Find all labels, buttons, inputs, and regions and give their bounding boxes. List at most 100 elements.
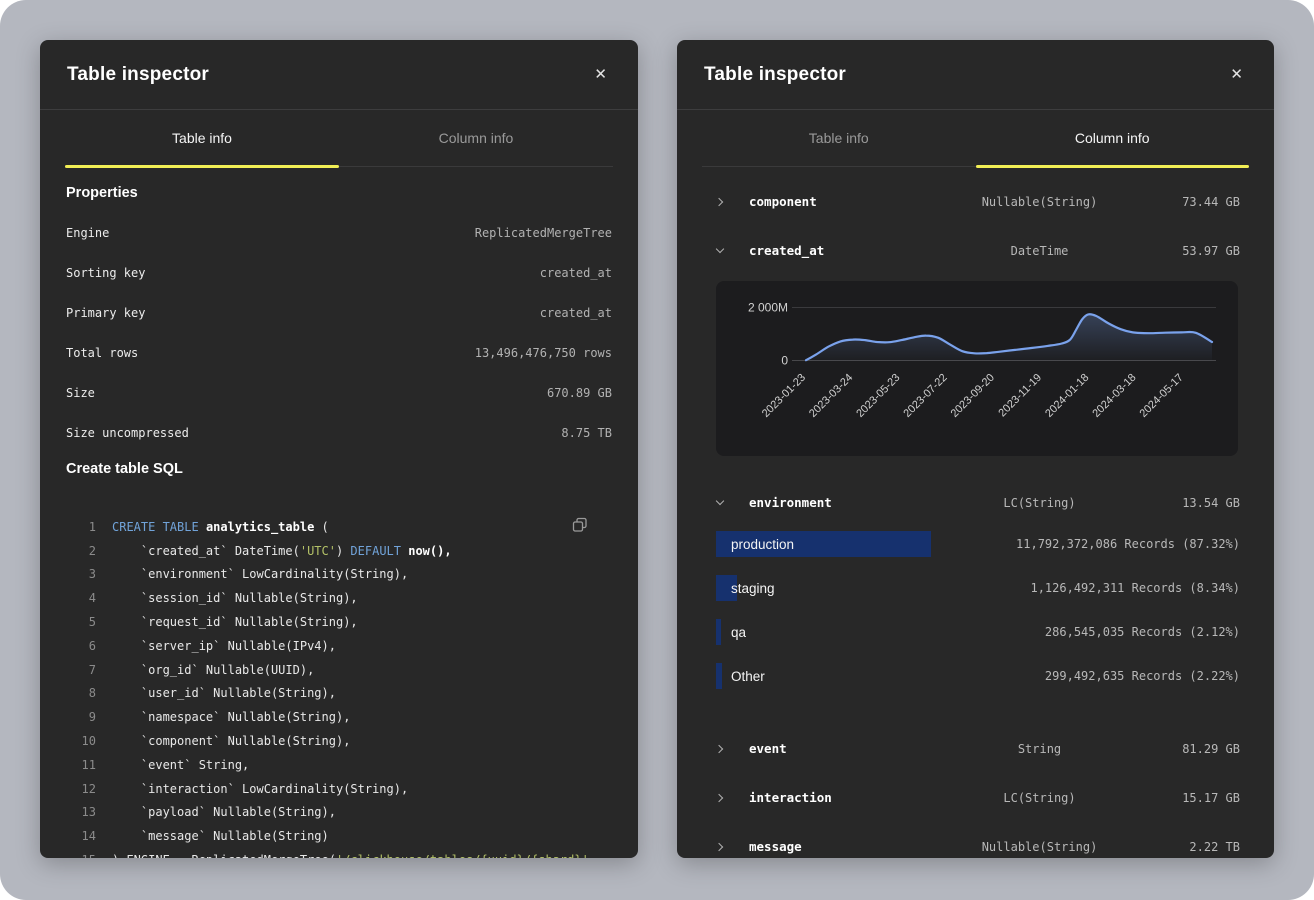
table-inspector-modal-right: Table inspector ✕ Table info Column info… <box>677 40 1274 858</box>
x-tick-label: 2023-05-23 <box>854 372 902 420</box>
created-at-distribution-chart: 2 000M02023-01-232023-03-242023-05-23202… <box>716 281 1238 456</box>
column-row-event[interactable]: event String 81.29 GB <box>713 724 1240 773</box>
tab-table-info[interactable]: Table info <box>702 110 976 166</box>
chevron-right-icon[interactable] <box>713 840 727 854</box>
column-name: created_at <box>749 243 939 258</box>
x-tick-label: 2023-09-20 <box>949 372 997 420</box>
x-tick-label: 2024-03-18 <box>1090 372 1138 420</box>
x-tick-label: 2023-07-22 <box>901 372 949 420</box>
env-bar <box>716 619 721 645</box>
sql-line: 14 `message` Nullable(String) <box>66 824 612 848</box>
property-value: 8.75 TB <box>561 426 612 440</box>
sql-line: 13 `payload` Nullable(String), <box>66 801 612 825</box>
column-name: event <box>749 741 939 756</box>
x-tick-label: 2023-01-23 <box>760 372 808 420</box>
line-number: 13 <box>66 805 96 819</box>
table-inspector-modal-left: Table inspector ✕ Table info Column info… <box>40 40 638 858</box>
sql-line: 15) ENGINE = ReplicatedMergeTree('/click… <box>66 848 612 858</box>
tab-label: Column info <box>1075 130 1150 146</box>
sql-line: 3 `environment` LowCardinality(String), <box>66 563 612 587</box>
x-tick-label: 2024-01-18 <box>1043 372 1091 420</box>
tab-label: Table info <box>809 130 869 146</box>
column-type: LC(String) <box>939 496 1140 510</box>
environment-values: production 11,792,372,086 Records (87.32… <box>713 527 1240 724</box>
env-value-label: Other <box>731 669 765 684</box>
sql-line: 5 `request_id` Nullable(String), <box>66 610 612 634</box>
tab-table-info[interactable]: Table info <box>65 110 339 166</box>
column-row-component[interactable]: component Nullable(String) 73.44 GB <box>713 177 1240 226</box>
modal-header: Table inspector ✕ <box>40 40 638 110</box>
sql-line: 11 `event` String, <box>66 753 612 777</box>
column-type: Nullable(String) <box>939 840 1140 854</box>
line-number: 12 <box>66 782 96 796</box>
env-value-records: 1,126,492,311 Records (8.34%) <box>1030 581 1240 595</box>
copy-icon[interactable] <box>570 515 590 538</box>
env-value-records: 299,492,635 Records (2.22%) <box>1045 669 1240 683</box>
y-tick-label-zero: 0 <box>781 354 788 368</box>
sql-line: 12 `interaction` LowCardinality(String), <box>66 777 612 801</box>
sql-code-block: 1CREATE TABLE analytics_table (2 `create… <box>66 515 612 858</box>
line-number: 3 <box>66 567 96 581</box>
property-row: Engine ReplicatedMergeTree <box>66 213 612 253</box>
line-number: 14 <box>66 829 96 843</box>
tab-label: Column info <box>439 130 514 146</box>
tab-bar: Table info Column info <box>65 110 613 167</box>
property-row: Primary key created_at <box>66 293 612 333</box>
line-number: 10 <box>66 734 96 748</box>
property-row: Sorting key created_at <box>66 253 612 293</box>
line-number: 6 <box>66 639 96 653</box>
line-number: 2 <box>66 544 96 558</box>
property-value: created_at <box>540 306 612 320</box>
create-table-sql-heading: Create table SQL <box>66 453 612 481</box>
modal-header: Table inspector ✕ <box>677 40 1274 110</box>
close-icon[interactable]: ✕ <box>1226 63 1247 86</box>
column-size: 2.22 TB <box>1140 840 1240 854</box>
modal-title: Table inspector <box>704 64 846 86</box>
line-number: 9 <box>66 710 96 724</box>
env-value-label: staging <box>731 581 775 596</box>
column-name: component <box>749 194 939 209</box>
property-label: Size <box>66 386 95 400</box>
env-bar <box>716 663 722 689</box>
column-row-message[interactable]: message Nullable(String) 2.22 TB <box>713 822 1240 858</box>
env-value-row: production 11,792,372,086 Records (87.32… <box>713 531 1240 557</box>
chevron-right-icon[interactable] <box>713 195 727 209</box>
chevron-right-icon[interactable] <box>713 791 727 805</box>
line-number: 15 <box>66 853 96 858</box>
env-value-records: 11,792,372,086 Records (87.32%) <box>1016 537 1240 551</box>
env-value-label: qa <box>731 625 746 640</box>
properties-heading: Properties <box>66 167 612 213</box>
sql-line: 2 `created_at` DateTime('UTC') DEFAULT n… <box>66 539 612 563</box>
line-number: 11 <box>66 758 96 772</box>
tab-label: Table info <box>172 130 232 146</box>
x-tick-label: 2024-05-17 <box>1138 372 1186 420</box>
column-row-created-at[interactable]: created_at DateTime 53.97 GB <box>713 226 1240 275</box>
chevron-right-icon[interactable] <box>713 742 727 756</box>
column-type: String <box>939 742 1140 756</box>
line-number: 4 <box>66 591 96 605</box>
env-value-row: Other 299,492,635 Records (2.22%) <box>713 663 1240 689</box>
tab-column-info[interactable]: Column info <box>976 110 1250 166</box>
line-number: 1 <box>66 520 96 534</box>
property-label: Engine <box>66 226 109 240</box>
property-row: Size uncompressed 8.75 TB <box>66 413 612 453</box>
property-label: Size uncompressed <box>66 426 189 440</box>
sql-line: 1CREATE TABLE analytics_table ( <box>66 515 612 539</box>
column-type: LC(String) <box>939 791 1140 805</box>
sql-line: 4 `session_id` Nullable(String), <box>66 586 612 610</box>
property-label: Total rows <box>66 346 138 360</box>
chevron-down-icon[interactable] <box>713 496 727 510</box>
y-tick-label-max: 2 000M <box>748 301 788 315</box>
column-name: message <box>749 839 939 854</box>
property-value: created_at <box>540 266 612 280</box>
line-number: 8 <box>66 686 96 700</box>
sql-line: 6 `server_ip` Nullable(IPv4), <box>66 634 612 658</box>
column-row-interaction[interactable]: interaction LC(String) 15.17 GB <box>713 773 1240 822</box>
tab-column-info[interactable]: Column info <box>339 110 613 166</box>
column-row-environment[interactable]: environment LC(String) 13.54 GB <box>713 478 1240 527</box>
chevron-down-icon[interactable] <box>713 244 727 258</box>
column-name: environment <box>749 495 939 510</box>
column-name: interaction <box>749 790 939 805</box>
close-icon[interactable]: ✕ <box>590 63 611 86</box>
x-tick-label: 2023-03-24 <box>807 372 855 420</box>
